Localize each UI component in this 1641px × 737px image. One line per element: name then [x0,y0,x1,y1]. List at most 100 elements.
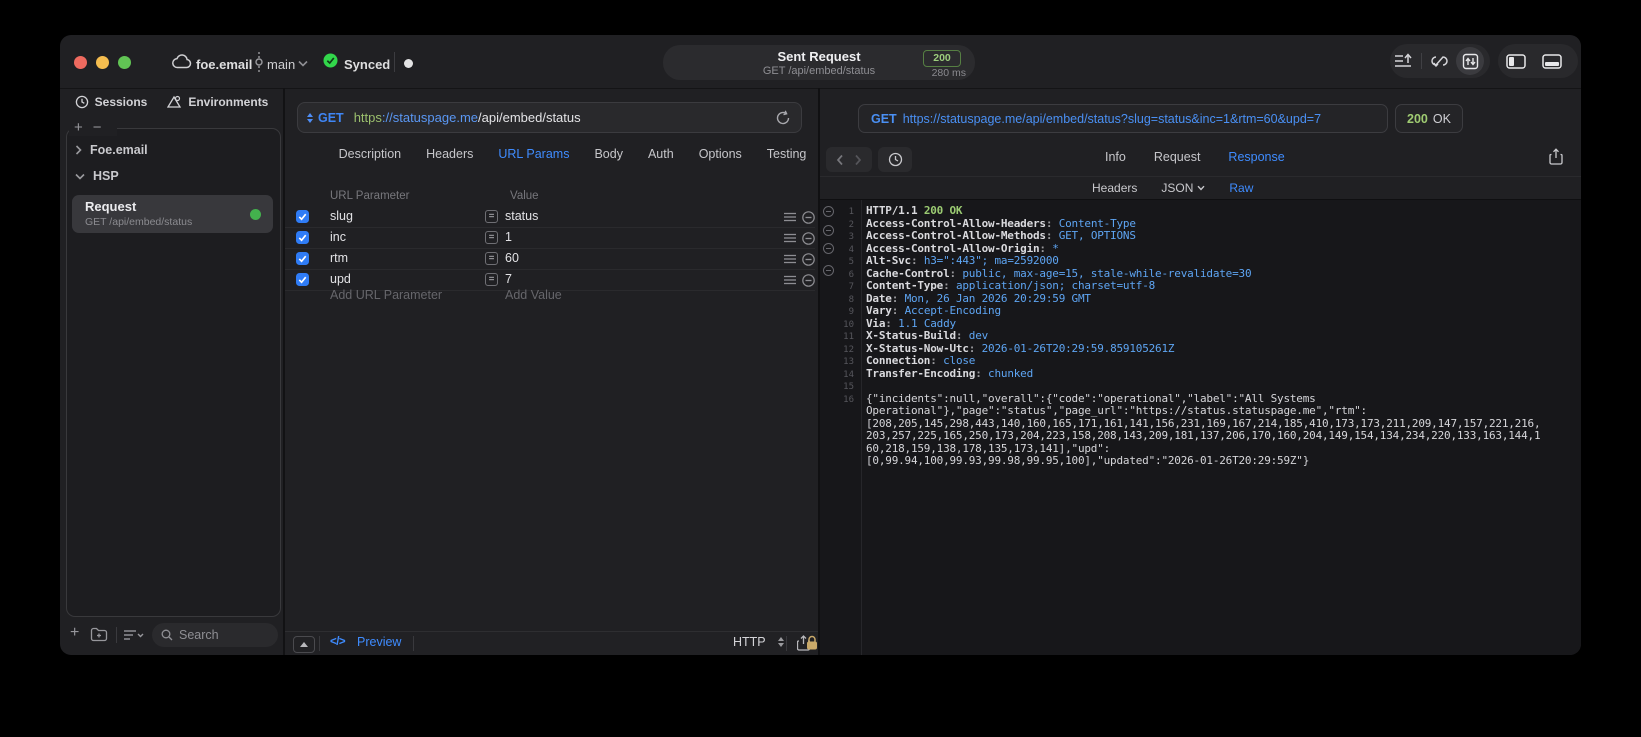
response-line: 14 Transfer-Encoding: chunked [820,367,1577,381]
resend-icon[interactable] [775,110,791,126]
param-options-icon[interactable] [784,233,796,243]
search-input[interactable]: Search [152,623,278,647]
param-row-rtm: rtm = 60 [285,249,815,270]
param-value-field[interactable]: 1 [505,230,512,244]
minimize-window-button[interactable] [96,56,109,69]
response-subtab-raw[interactable]: Raw [1229,181,1253,195]
line-number: 11 [843,332,854,342]
search-icon [161,629,173,641]
remove-param-icon[interactable] [802,253,815,266]
url-field[interactable]: GET https://statuspage.me/api/embed/stat… [297,102,802,133]
remove-request-button[interactable]: − [93,119,112,136]
close-window-button[interactable] [74,56,87,69]
tab-url-params[interactable]: URL Params [498,147,569,161]
protocol-stepper-icon[interactable] [778,637,784,647]
param-value-field[interactable]: 60 [505,251,519,265]
add-value-field[interactable]: Add Value [505,288,562,302]
response-toolbar: Info Request Response [820,145,1581,174]
send-receive-button-active[interactable] [1456,47,1484,75]
sync-status[interactable]: Synced [344,57,390,72]
response-view-subtabs: Headers JSON Raw [1092,181,1253,195]
response-body: 1 HTTP/1.1 200 OK 2 Access-Control-Allow-He… [820,200,1581,655]
export-icon[interactable] [1549,148,1563,165]
add-url-parameter-field[interactable]: Add URL Parameter [330,288,442,302]
remove-param-icon[interactable] [802,274,815,287]
tab-auth[interactable]: Auth [648,147,674,161]
param-options-icon[interactable] [784,212,796,222]
sync-loop-icon[interactable] [1427,44,1453,78]
group-hsp[interactable]: HSP [75,169,119,183]
request-status-pill[interactable]: Sent Request GET /api/embed/status 200 2… [663,45,975,80]
tab-headers[interactable]: Headers [426,147,473,161]
param-value-field[interactable]: 7 [505,272,512,286]
clock-icon [75,95,89,109]
chevron-right-icon [75,145,82,155]
param-name-field[interactable]: upd [330,272,351,286]
line-number: 9 [848,307,854,317]
zoom-window-button[interactable] [118,56,131,69]
line-number: 16 [843,394,854,405]
forward-icon[interactable] [854,154,862,166]
toggle-sidebar-icon[interactable] [1498,44,1534,78]
response-tab-request[interactable]: Request [1154,150,1201,164]
history-clock-button[interactable] [878,147,912,172]
filter-list-icon[interactable] [123,629,145,641]
line-number: 1 [848,207,854,217]
expand-panel-button[interactable] [293,636,315,653]
project-switcher[interactable]: foe.email [196,57,252,72]
line-number: 15 [843,382,854,392]
match-type-icon[interactable]: = [485,252,498,265]
param-row-slug: slug = status [285,207,815,228]
back-icon[interactable] [836,154,844,166]
params-table: slug = status inc = 1 rtm = 60 upd = 7 [285,207,815,291]
param-options-icon[interactable] [784,275,796,285]
protocol-select[interactable]: HTTP [733,635,766,649]
param-name-field[interactable]: rtm [330,251,348,265]
branch-switcher[interactable]: main [267,57,295,72]
preview-button[interactable]: Preview [357,635,401,649]
param-checkbox[interactable] [296,273,309,286]
tab-sessions[interactable]: Sessions [75,95,147,109]
new-folder-icon[interactable] [90,627,108,642]
add-request-button[interactable]: + [74,119,93,136]
line-number [820,455,854,468]
param-checkbox[interactable] [296,252,309,265]
line-number: 7 [848,282,854,292]
request-item-title: Request [85,199,137,214]
tab-body[interactable]: Body [594,147,623,161]
request-pane: GET https://statuspage.me/api/embed/stat… [285,88,818,655]
remove-param-icon[interactable] [802,211,815,224]
param-name-field[interactable]: slug [330,209,353,223]
line-number: 6 [848,269,854,280]
param-name-field[interactable]: inc [330,230,346,244]
group-foe-email[interactable]: Foe.email [75,143,148,157]
line-number: 2 [848,219,854,230]
tab-testing[interactable]: Testing [767,147,807,161]
param-checkbox[interactable] [296,210,309,223]
response-tab-info[interactable]: Info [1105,150,1126,164]
new-item-button[interactable]: + [70,624,79,642]
tab-description[interactable]: Description [339,147,402,161]
request-list-item-selected[interactable]: Request GET /api/embed/status [72,195,273,233]
line-number [820,443,854,456]
import-order-button[interactable] [1390,44,1416,78]
response-subtab-json[interactable]: JSON [1161,181,1205,195]
toggle-bottom-panel-icon[interactable] [1534,44,1570,78]
tab-options[interactable]: Options [699,147,742,161]
match-type-icon[interactable]: = [485,210,498,223]
method-select[interactable]: GET [318,111,344,125]
match-type-icon[interactable]: = [485,231,498,244]
match-type-icon[interactable]: = [485,273,498,286]
param-checkbox[interactable] [296,231,309,244]
request-url[interactable]: https://statuspage.me/api/embed/status [354,110,581,125]
response-subtab-headers[interactable]: Headers [1092,181,1137,195]
lock-icon [806,635,818,651]
response-tab-response[interactable]: Response [1228,150,1284,164]
param-options-icon[interactable] [784,254,796,264]
param-value-field[interactable]: status [505,209,538,223]
method-stepper-icon[interactable] [307,112,313,123]
app-window: foe.email main Synced Sent Request GET /… [60,35,1581,655]
tab-environments[interactable]: Environments [167,95,268,109]
history-nav [826,147,872,172]
remove-param-icon[interactable] [802,232,815,245]
